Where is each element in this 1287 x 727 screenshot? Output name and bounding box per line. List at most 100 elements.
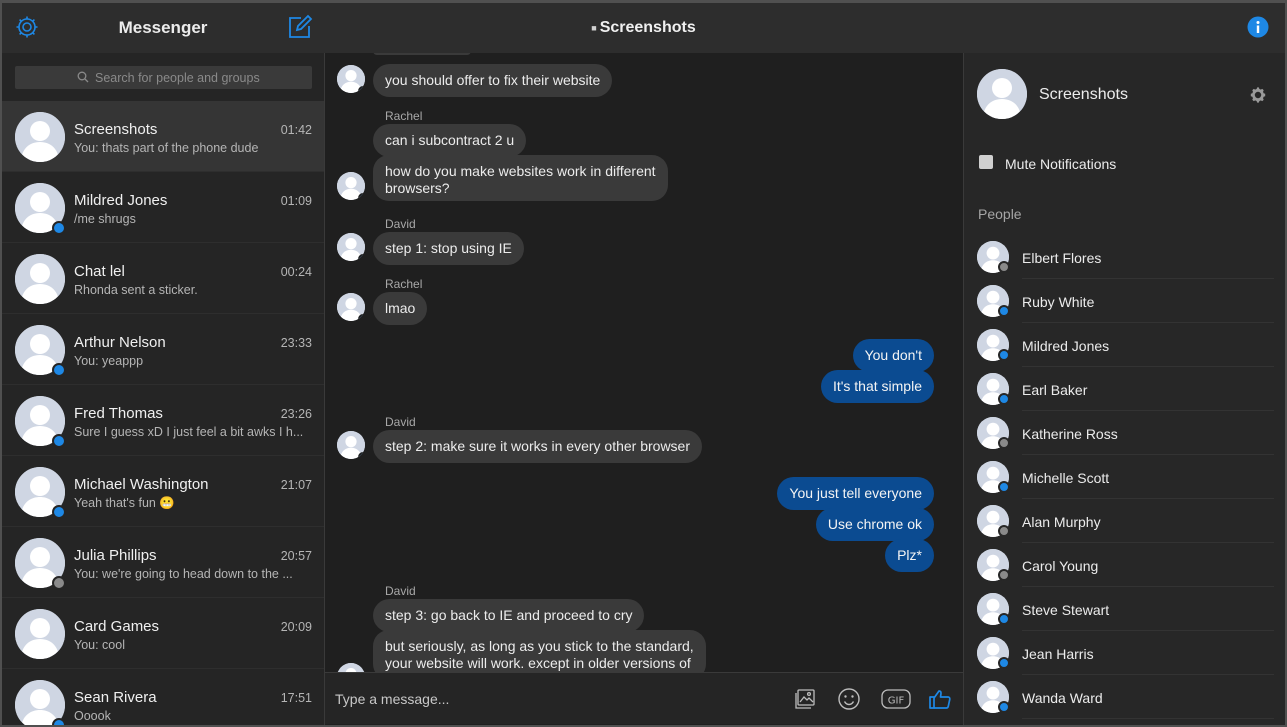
messenger-badge-icon — [52, 718, 66, 725]
facebook-badge-icon — [998, 569, 1010, 581]
messenger-badge-icon — [998, 481, 1010, 493]
lock-icon: ■ — [591, 22, 597, 33]
people-heading: People — [978, 206, 1022, 222]
messenger-badge-icon — [998, 393, 1010, 405]
emoji-icon[interactable] — [837, 687, 861, 711]
messenger-badge-icon — [998, 349, 1010, 361]
conversation-item[interactable]: Julia Phillips 20:57 You: we're going to h… — [2, 527, 324, 598]
gif-icon[interactable]: GIF — [881, 687, 911, 711]
search-icon — [77, 71, 89, 83]
conversation-item[interactable]: Mildred Jones 01:09/me shrugs — [2, 172, 324, 243]
facebook-badge-icon — [998, 437, 1010, 449]
person-item[interactable]: Mildred Jones — [964, 323, 1285, 367]
sender-avatar — [337, 293, 365, 321]
sender-avatar — [337, 431, 365, 459]
photo-icon[interactable] — [793, 687, 817, 711]
conversation-item[interactable]: Screenshots 01:42 You: thats part of the p… — [2, 101, 324, 172]
message-bubble-outgoing: You don't — [852, 339, 934, 372]
sender-avatar — [337, 172, 365, 200]
message-bubble-multiline: but seriously, as long as you stick to t… — [373, 630, 706, 673]
person-item[interactable]: Ruby White — [964, 279, 1285, 323]
message-bubble: can i subcontract 2 u — [373, 124, 527, 157]
conversation-settings-gear-icon[interactable] — [1249, 86, 1267, 104]
chat-header: ■ Screenshots — [324, 3, 1285, 53]
conversation-snippet: You: we're going to head down to the ... — [74, 567, 293, 581]
person-item[interactable]: Earl Baker — [964, 367, 1285, 411]
person-name: Mildred Jones — [1022, 338, 1110, 354]
info-icon[interactable] — [1247, 16, 1269, 38]
conversation-name: Screenshots — [74, 121, 158, 138]
mute-checkbox[interactable] — [979, 155, 993, 169]
conversation-name: Michael Washington — [74, 476, 209, 493]
conversation-item[interactable]: Michael Washington 21:07 Yeah that's fun 😬 — [2, 456, 324, 527]
conversation-snippet: You: cool — [74, 638, 125, 652]
conversation-time: 01:09 — [280, 194, 312, 208]
chat-title-text: Screenshots — [599, 19, 696, 36]
sender-avatar — [337, 233, 365, 261]
person-name: Katherine Ross — [1022, 426, 1118, 442]
conversation-item[interactable]: Chat lel 00:24 Rhonda sent a sticker. — [2, 243, 324, 314]
search-input[interactable] — [15, 66, 312, 89]
conversation-sidebar: Messenger Screenshots 01:42 You: thats par… — [2, 3, 324, 725]
conversation-snippet: /me shrugs — [74, 212, 136, 226]
conversation-item[interactable]: Card Games 20:09 You: cool — [2, 598, 324, 669]
message-bubble-outgoing: Plz* — [885, 539, 934, 572]
conversation-time: 17:51 — [280, 691, 312, 705]
messenger-badge-icon — [52, 434, 66, 448]
person-name: Elbert Flores — [1022, 250, 1102, 266]
chat-title: ■ Screenshots — [324, 19, 963, 37]
message-bubble: step 1: stop using IE — [373, 232, 524, 265]
messenger-badge-icon — [52, 363, 66, 377]
thumbs-up-icon[interactable] — [928, 687, 952, 711]
conversation-time: 23:33 — [280, 336, 312, 350]
conversation-time: 01:42 — [280, 123, 312, 137]
message-input[interactable] — [335, 687, 775, 711]
conversation-snippet: Ooook — [74, 709, 111, 723]
conversation-name: Julia Phillips — [74, 547, 157, 564]
message-bubble-outgoing: It's that simple — [820, 370, 934, 403]
conversation-name: Chat lel — [74, 263, 125, 280]
conversation-item[interactable]: Fred Thomas 23:26 Sure I guess xD I just f… — [2, 385, 324, 456]
person-item[interactable]: Steve Stewart — [964, 587, 1285, 631]
conversation-time: 00:24 — [280, 265, 312, 279]
sender-name: Rachel — [385, 277, 423, 291]
sender-name: David — [385, 415, 416, 429]
avatar — [15, 112, 65, 162]
person-item[interactable]: Katherine Ross — [964, 411, 1285, 455]
message-line: your website will work. except in older … — [385, 655, 691, 671]
conversation-name: Sean Rivera — [74, 689, 157, 706]
messenger-badge-icon — [998, 305, 1010, 317]
message-bubble: step 2: make sure it works in every othe… — [373, 430, 703, 463]
conversation-info-panel: Screenshots Mute Notifications People El… — [963, 53, 1285, 725]
conversation-time: 20:57 — [280, 549, 312, 563]
person-name: Steve Stewart — [1022, 602, 1110, 618]
person-item[interactable]: Alan Murphy — [964, 499, 1285, 543]
messenger-badge-icon — [52, 505, 66, 519]
conversation-item[interactable]: Arthur Nelson 23:33 You: yeappp — [2, 314, 324, 385]
people-list: Elbert Flores Ruby White Mildred Jones Earl… — [964, 235, 1285, 719]
person-item[interactable]: Elbert Flores — [964, 235, 1285, 279]
conversation-item[interactable]: Sean Rivera 17:51 Ooook — [2, 669, 324, 725]
group-name: Screenshots — [1039, 86, 1128, 103]
svg-text:GIF: GIF — [888, 696, 905, 707]
message-bubble: you should offer to fix their website — [373, 64, 613, 97]
person-item[interactable]: Jean Harris — [964, 631, 1285, 675]
person-item[interactable]: Wanda Ward — [964, 675, 1285, 719]
sidebar-header: Messenger — [2, 3, 324, 53]
message-bubble-multiline: how do you make websites work in differe… — [373, 155, 668, 201]
person-name: Earl Baker — [1022, 382, 1088, 398]
person-name: Alan Murphy — [1022, 514, 1101, 530]
group-avatar — [977, 69, 1027, 119]
person-name: Carol Young — [1022, 558, 1099, 574]
messenger-badge-icon — [998, 657, 1010, 669]
compose-icon[interactable] — [287, 14, 313, 40]
person-item[interactable]: Carol Young — [964, 543, 1285, 587]
divider — [1022, 718, 1274, 719]
conversation-time: 20:09 — [280, 620, 312, 634]
message-bubble-outgoing: Use chrome ok — [815, 508, 934, 541]
sender-avatar — [337, 65, 365, 93]
person-item[interactable]: Michelle Scott — [964, 455, 1285, 499]
sender-name: David — [385, 217, 416, 231]
conversation-name: Card Games — [74, 618, 160, 635]
message-line: but seriously, as long as you stick to t… — [385, 638, 694, 654]
